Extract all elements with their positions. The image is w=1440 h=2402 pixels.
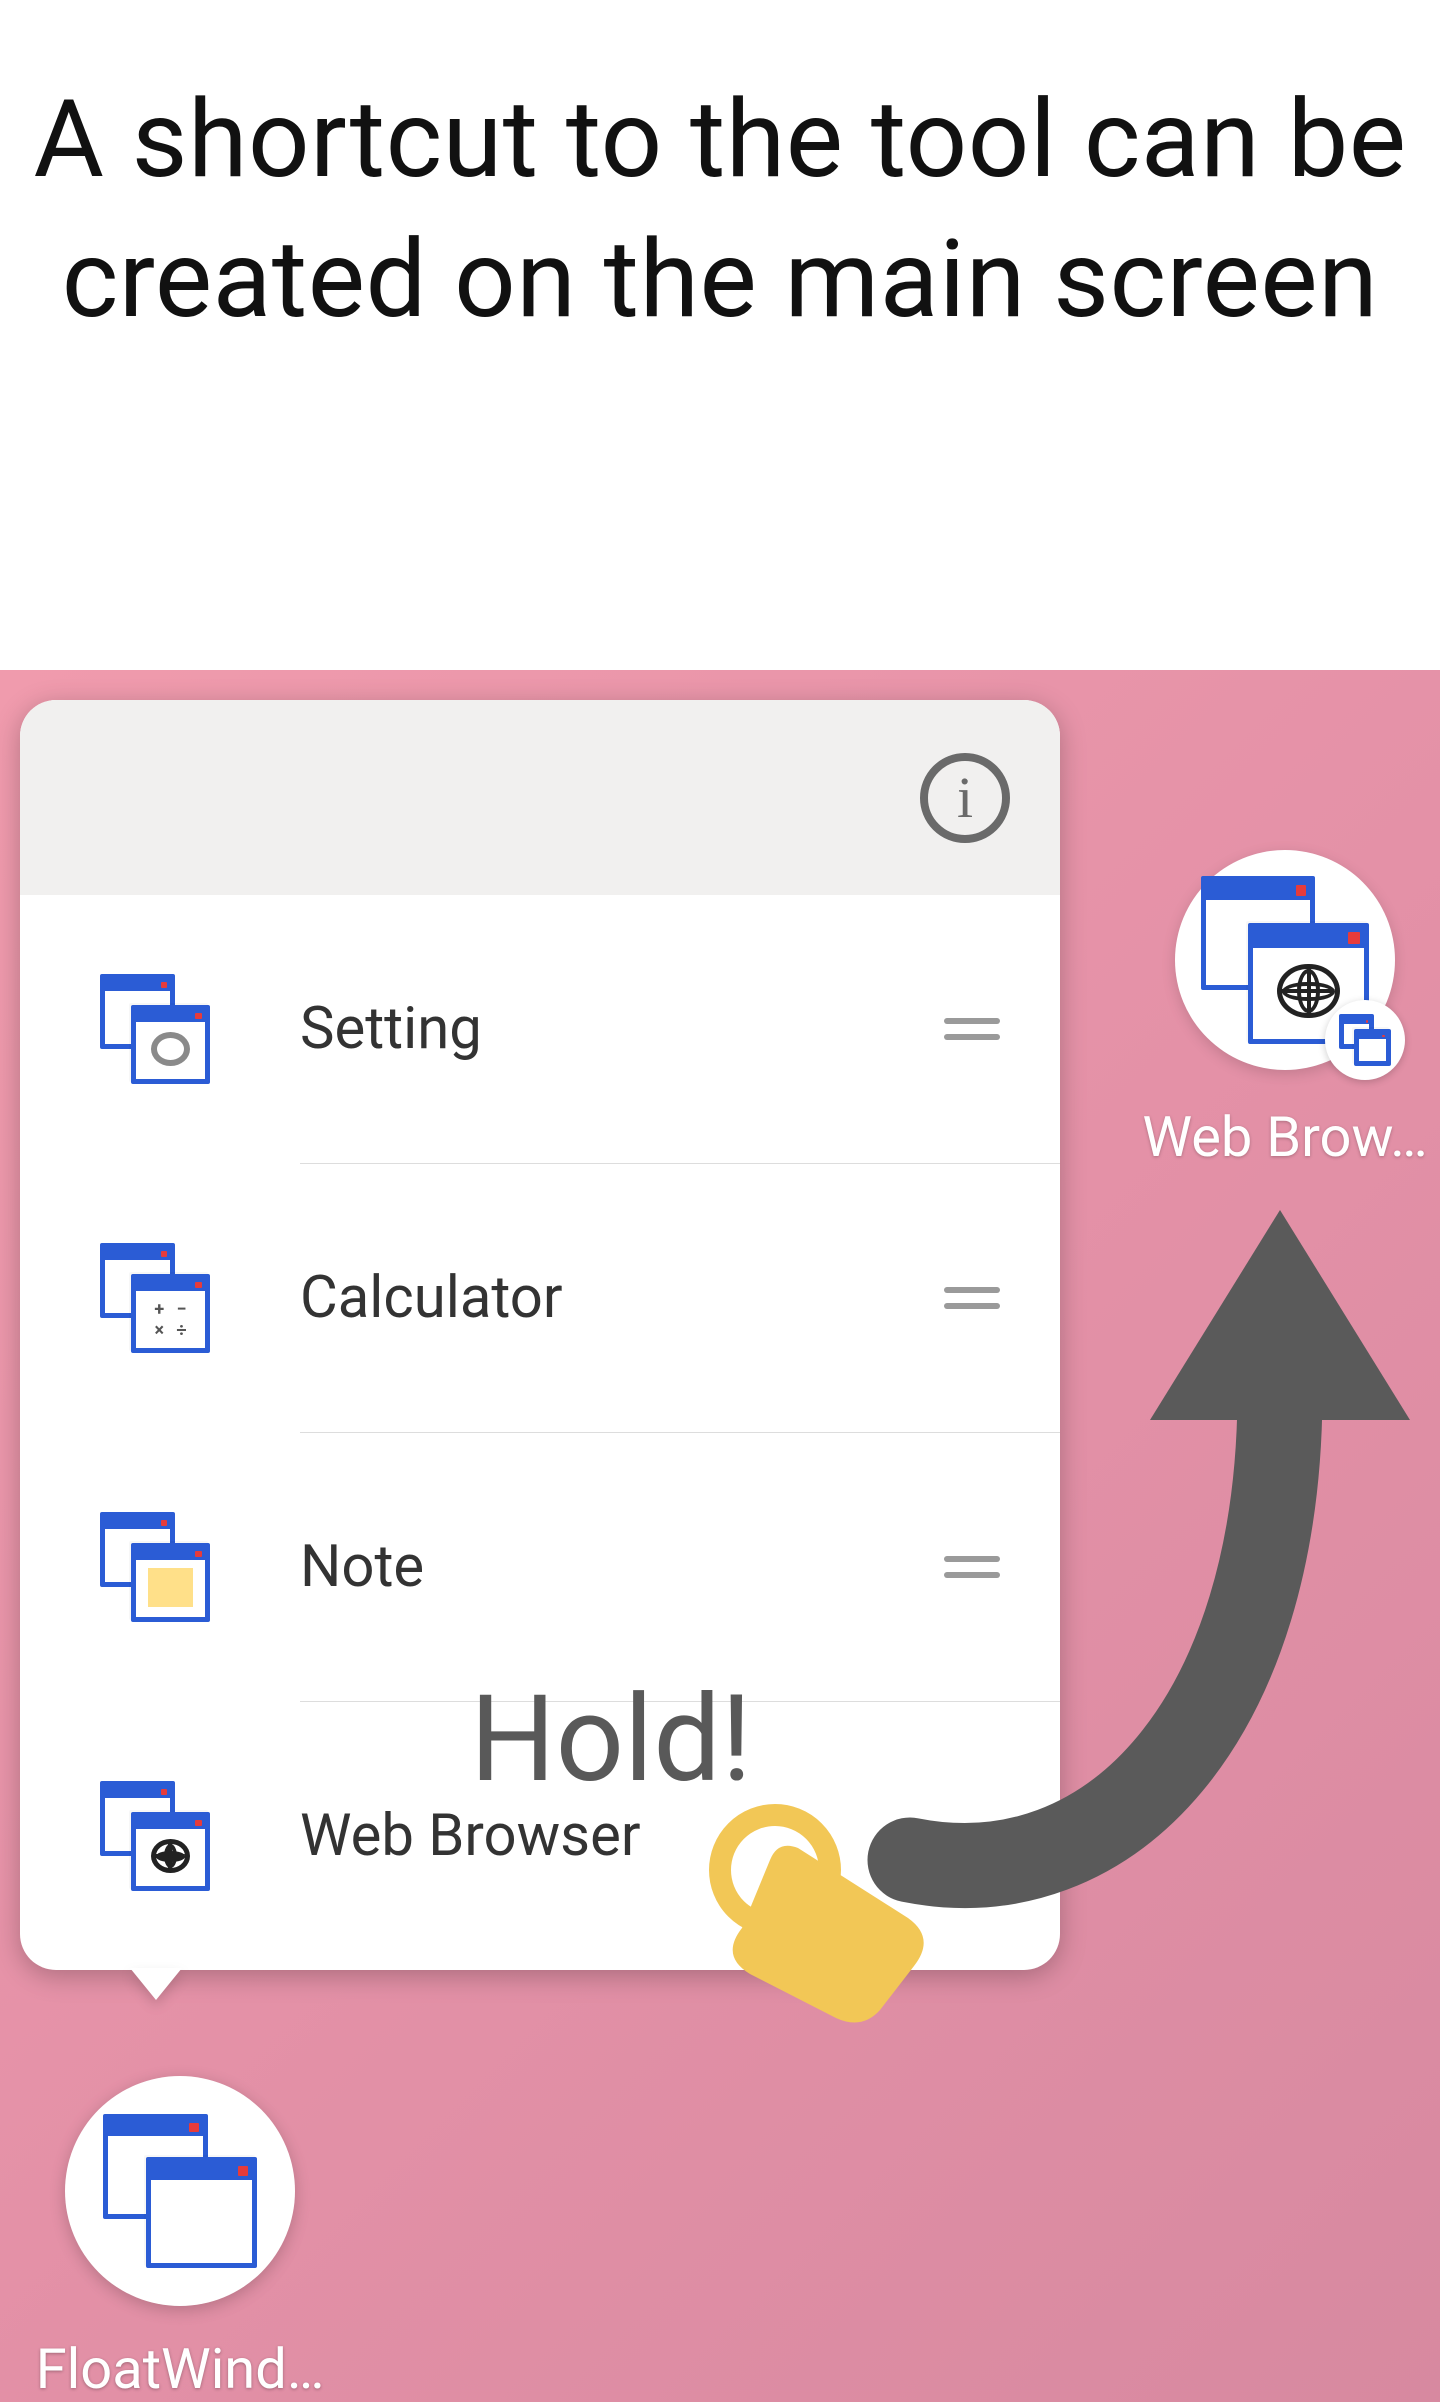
drag-handle-icon[interactable]: [944, 1018, 1000, 1040]
tool-row-setting[interactable]: Setting: [20, 895, 1060, 1163]
setting-window-icon: [100, 974, 210, 1084]
floatwindow-app-icon: [65, 2076, 295, 2306]
info-icon: i: [957, 764, 973, 831]
stage: A shortcut to the tool can be created on…: [0, 0, 1440, 2402]
caption-text: A shortcut to the tool can be created on…: [0, 70, 1440, 351]
web-browser-shortcut-icon: [1175, 850, 1395, 1070]
drag-arrow-icon: [850, 1200, 1440, 1920]
panel-tail: [130, 1968, 182, 2000]
shortcut-label: FloatWind…: [30, 2336, 330, 2402]
tool-label: Setting: [300, 995, 944, 1063]
shortcut-label: Web Brow…: [1130, 1104, 1440, 1170]
tap-hold-hand-icon: [680, 1790, 930, 2040]
panel-header: i: [20, 700, 1060, 895]
home-shortcut-web-browser[interactable]: Web Brow…: [1130, 850, 1440, 1170]
tool-label: Calculator: [300, 1264, 944, 1332]
web-browser-window-icon: [100, 1781, 210, 1891]
hold-annotation-label: Hold!: [470, 1670, 752, 1810]
home-screen-background: i Setting: [0, 670, 1440, 2402]
home-shortcut-floatwindow[interactable]: FloatWind…: [30, 2076, 330, 2402]
calculator-window-icon: +−×÷: [100, 1243, 210, 1353]
info-button[interactable]: i: [920, 753, 1010, 843]
tool-label: Note: [300, 1533, 944, 1601]
note-window-icon: [100, 1512, 210, 1622]
